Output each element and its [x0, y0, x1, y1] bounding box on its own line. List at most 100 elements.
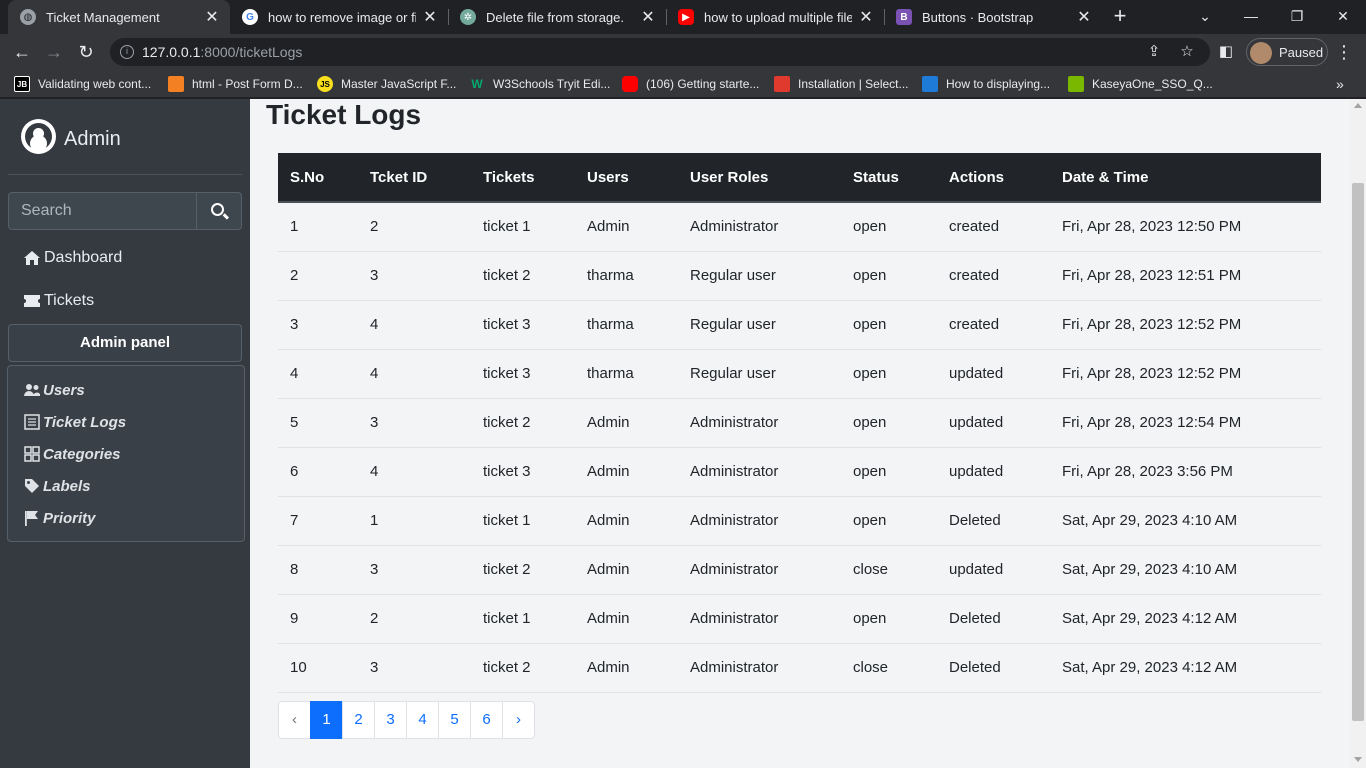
more-bookmarks-icon[interactable]: » — [1336, 75, 1344, 93]
address-bar[interactable]: i 127.0.0.1:8000/ticketLogs ⇪ ☆ — [110, 38, 1210, 66]
bookmark-item[interactable]: Installation | Select... — [774, 75, 909, 93]
submenu-item-categories[interactable]: Categories — [24, 443, 121, 465]
profile-button[interactable]: Paused — [1246, 38, 1328, 66]
table-cell: updated — [937, 349, 1050, 399]
table-cell: Deleted — [937, 594, 1050, 644]
browser-tab-youtube[interactable]: ▶ how to upload multiple files ✕ — [666, 0, 884, 34]
restore-button[interactable]: ❐ — [1274, 0, 1320, 34]
column-header: Date & Time — [1050, 153, 1321, 203]
back-icon[interactable]: ← — [8, 38, 36, 66]
table-body: 1 2 ticket 1 Admin Administrator open created F… — [278, 202, 1321, 693]
table-cell: 4 — [358, 349, 471, 399]
table-cell: open — [841, 349, 937, 399]
browser-tab-chatgpt[interactable]: ✲ Delete file from storage. ✕ — [448, 0, 666, 34]
page-scrollbar[interactable] — [1350, 99, 1366, 768]
table-cell: open — [841, 398, 937, 448]
side-panel-icon[interactable]: ◧ — [1212, 38, 1240, 66]
tab-title: Ticket Management — [46, 9, 160, 25]
table-cell: 9 — [278, 594, 358, 644]
brand[interactable]: Admin — [8, 99, 242, 175]
bookmark-item[interactable]: JB Validating web cont... — [14, 75, 151, 93]
table-cell: Administrator — [678, 545, 841, 595]
close-icon[interactable]: ✕ — [422, 7, 438, 27]
table-cell: ticket 2 — [471, 251, 575, 301]
table-cell: ticket 1 — [471, 594, 575, 644]
menu-kebab-icon[interactable]: ⋮ — [1330, 38, 1358, 66]
new-tab-button[interactable]: + — [1108, 4, 1132, 28]
table-cell: 2 — [358, 202, 471, 252]
browser-tab-ticket-management[interactable]: ◍ Ticket Management ✕ — [8, 0, 230, 34]
column-header: Actions — [937, 153, 1050, 203]
pagination-page-4[interactable]: 4 — [406, 701, 439, 739]
google-icon: G — [242, 9, 258, 25]
table-cell: updated — [937, 545, 1050, 595]
admin-panel-button[interactable]: Admin panel — [8, 324, 242, 362]
column-header: Status — [841, 153, 937, 203]
scroll-down-arrow-icon[interactable] — [1354, 757, 1362, 762]
search-icon — [211, 203, 224, 216]
tab-search-icon[interactable]: ⌄ — [1182, 0, 1228, 34]
browser-tab-bootstrap[interactable]: B Buttons · Bootstrap ✕ — [884, 0, 1102, 34]
sidebar-item-label: Dashboard — [44, 249, 123, 266]
pagination-page-1[interactable]: 1 — [310, 701, 343, 739]
close-icon[interactable]: ✕ — [640, 7, 656, 27]
table-cell: 2 — [278, 251, 358, 301]
submenu-item-labels[interactable]: Labels — [24, 475, 91, 497]
ticket-logs-table-wrapper: S.No Tcket ID Tickets Users User Roles S… — [278, 153, 1321, 693]
search-input[interactable] — [8, 192, 197, 230]
bookmark-star-icon[interactable]: ☆ — [1178, 43, 1196, 61]
sidebar-item-tickets[interactable]: Tickets — [8, 282, 242, 320]
url-host: 127.0.0.1 — [142, 44, 201, 60]
close-icon[interactable]: ✕ — [1076, 7, 1092, 27]
table-cell: Fri, Apr 28, 2023 12:54 PM — [1050, 398, 1321, 448]
bookmark-item[interactable]: KaseyaOne_SSO_Q... — [1068, 75, 1213, 93]
home-icon — [24, 251, 40, 265]
browser-tabstrip: ◍ Ticket Management ✕ G how to remove im… — [0, 0, 1366, 34]
bootstrap-icon: B — [896, 9, 912, 25]
globe-icon: ◍ — [20, 9, 36, 25]
pagination-page-3[interactable]: 3 — [374, 701, 407, 739]
table-cell: Regular user — [678, 300, 841, 350]
close-icon[interactable]: ✕ — [858, 7, 874, 27]
window-close-button[interactable]: ✕ — [1320, 0, 1366, 34]
table-cell: Administrator — [678, 447, 841, 497]
tab-title: how to upload multiple files — [704, 9, 852, 25]
page-title: Ticket Logs — [266, 99, 422, 130]
share-icon[interactable]: ⇪ — [1145, 43, 1163, 61]
bookmark-item[interactable]: JS Master JavaScript F... — [317, 75, 456, 93]
youtube-icon — [622, 76, 638, 92]
pagination-next[interactable]: › — [502, 701, 535, 739]
pagination-page-6[interactable]: 6 — [470, 701, 503, 739]
bookmark-item[interactable]: html - Post Form D... — [168, 75, 303, 93]
jetbrains-icon: JB — [14, 76, 30, 92]
pagination-page-5[interactable]: 5 — [438, 701, 471, 739]
reload-icon[interactable]: ↻ — [72, 38, 100, 66]
submenu-item-users[interactable]: Users — [24, 379, 85, 401]
browser-tab-google[interactable]: G how to remove image or file ✕ — [230, 0, 448, 34]
bookmark-item[interactable]: W W3Schools Tryit Edi... — [469, 75, 610, 93]
pagination-page-2[interactable]: 2 — [342, 701, 375, 739]
bookmark-item[interactable]: (106) Getting starte... — [622, 75, 759, 93]
submenu-item-priority[interactable]: Priority — [24, 507, 96, 529]
table-cell: 4 — [278, 349, 358, 399]
table-cell: 6 — [278, 447, 358, 497]
scrollbar-thumb[interactable] — [1352, 183, 1364, 721]
url-text: 127.0.0.1:8000/ticketLogs — [142, 44, 302, 60]
forward-icon[interactable]: → — [40, 38, 68, 66]
sidebar-item-dashboard[interactable]: Dashboard — [8, 239, 242, 277]
minimize-button[interactable]: — — [1228, 0, 1274, 34]
search-button[interactable] — [197, 192, 242, 230]
table-cell: 4 — [358, 300, 471, 350]
table-cell: Fri, Apr 28, 2023 12:52 PM — [1050, 300, 1321, 350]
table-cell: 3 — [358, 398, 471, 448]
sidebar: Admin Dashboard Tickets Admin panel User… — [0, 99, 250, 768]
bookmark-item[interactable]: How to displaying... — [922, 75, 1050, 93]
table-cell: Deleted — [937, 496, 1050, 546]
pagination-prev[interactable]: ‹ — [278, 701, 311, 739]
table-cell: created — [937, 300, 1050, 350]
close-icon[interactable]: ✕ — [204, 7, 220, 27]
scroll-up-arrow-icon[interactable] — [1354, 103, 1362, 108]
submenu-item-ticket-logs[interactable]: Ticket Logs — [24, 411, 126, 433]
table-cell: open — [841, 300, 937, 350]
site-info-icon[interactable]: i — [120, 45, 134, 59]
